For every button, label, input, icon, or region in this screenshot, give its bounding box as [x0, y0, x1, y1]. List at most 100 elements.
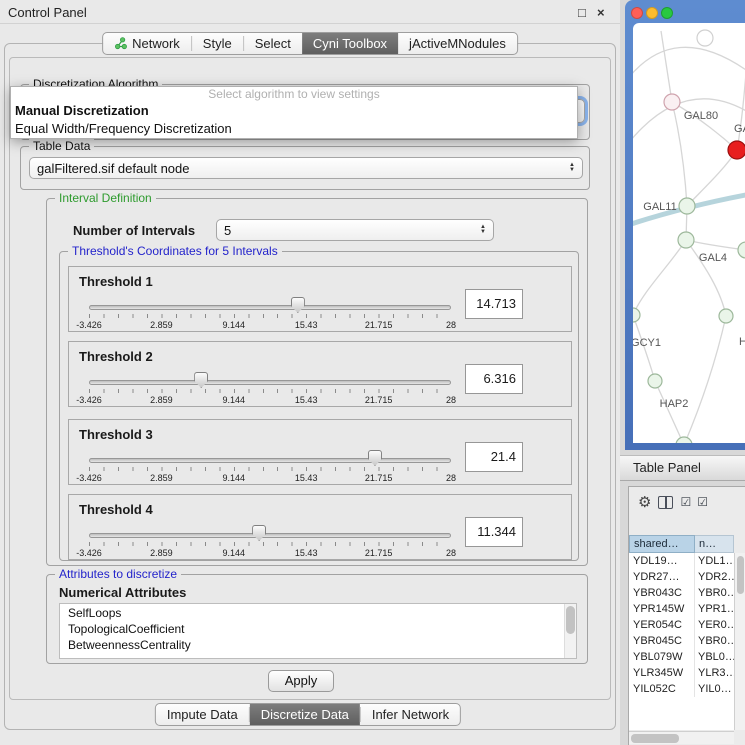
slider-scale: -3.4262.8599.14415.4321.71528: [89, 320, 451, 330]
network-node-gal80[interactable]: [664, 94, 680, 110]
tab-discretize-data[interactable]: Discretize Data: [250, 704, 360, 725]
attribute-list-item[interactable]: SelfLoops: [60, 604, 576, 620]
mac-zoom-icon[interactable]: [661, 7, 673, 19]
attribute-list-item[interactable]: BetweennessCentrality: [60, 636, 576, 652]
node-label-gal4: GAL4: [699, 252, 727, 264]
column-header-name[interactable]: n…: [695, 535, 734, 553]
table-row[interactable]: YBR045CYBR0…: [629, 633, 734, 649]
network-canvas[interactable]: GAL80 GA GAL11 GAL4 GCY1 H HAP2: [633, 23, 745, 443]
network-node[interactable]: [738, 242, 745, 258]
cell-name[interactable]: YBR0…: [695, 633, 734, 649]
network-node-selected-red[interactable]: [728, 141, 745, 159]
tab-style[interactable]: Style: [192, 33, 243, 54]
slider-thumb[interactable]: [252, 525, 266, 541]
cell-name[interactable]: YBL0…: [695, 649, 734, 665]
cell-name[interactable]: YPR1…: [695, 601, 734, 617]
scrollbar-thumb[interactable]: [566, 606, 575, 634]
network-node-gal4[interactable]: [678, 232, 694, 248]
cell-name[interactable]: YER0…: [695, 617, 734, 633]
cell-shared-name[interactable]: YBL079W: [629, 649, 695, 665]
dropdown-option-equal-width-frequency[interactable]: Equal Width/Frequency Discretization: [11, 120, 577, 138]
threshold-2-slider[interactable]: -3.4262.8599.14415.4321.71528: [89, 372, 451, 404]
cell-shared-name[interactable]: YDR27…: [629, 569, 695, 585]
network-node-gcy1[interactable]: [633, 308, 640, 322]
tab-impute-data[interactable]: Impute Data: [156, 704, 249, 725]
threshold-3-slider[interactable]: -3.4262.8599.14415.4321.71528: [89, 450, 451, 482]
cell-shared-name[interactable]: YPR145W: [629, 601, 695, 617]
table-row[interactable]: YIL052CYIL0…: [629, 681, 734, 697]
network-node[interactable]: [719, 309, 733, 323]
threshold-1-panel: Threshold 1 -3.4262.8599.14415.4321.7152…: [68, 266, 572, 332]
close-panel-icon[interactable]: ×: [597, 5, 605, 20]
table-columns-icon[interactable]: [658, 496, 673, 509]
cell-name[interactable]: YBR0…: [695, 585, 734, 601]
dropdown-option-manual-discretization[interactable]: Manual Discretization: [11, 102, 577, 120]
scrollbar-thumb[interactable]: [737, 556, 744, 594]
node-label-partial: H: [739, 336, 745, 348]
threshold-4-label: Threshold 4: [79, 502, 153, 517]
tab-select[interactable]: Select: [244, 33, 302, 54]
table-row[interactable]: YBR043CYBR0…: [629, 585, 734, 601]
slider-track[interactable]: [89, 380, 451, 385]
network-node[interactable]: [676, 437, 692, 443]
attribute-list-item[interactable]: TopologicalCoefficient: [60, 620, 576, 636]
threshold-3-panel: Threshold 3 -3.4262.8599.14415.4321.7152…: [68, 419, 572, 485]
mac-minimize-icon[interactable]: [646, 7, 658, 19]
slider-thumb[interactable]: [194, 372, 208, 388]
cell-shared-name[interactable]: YLR345W: [629, 665, 695, 681]
cell-name[interactable]: YLR3…: [695, 665, 734, 681]
number-of-intervals-combobox[interactable]: 5 ▲ ▼: [216, 219, 494, 241]
application-root: Control Panel □ × Network Style Select: [0, 0, 745, 745]
slider-scale-label: 15.43: [295, 473, 318, 483]
network-node-gal11[interactable]: [679, 198, 695, 214]
select-all-columns-icon[interactable]: ☑: [697, 496, 707, 508]
threshold-2-value-field[interactable]: 6.316: [465, 364, 523, 394]
apply-button[interactable]: Apply: [268, 670, 334, 692]
cell-shared-name[interactable]: YIL052C: [629, 681, 695, 697]
tab-jactivemnodules[interactable]: jActiveMNodules: [398, 33, 517, 54]
select-columns-icon[interactable]: ☑: [680, 496, 690, 508]
scrollbar-thumb[interactable]: [631, 734, 679, 743]
cell-name[interactable]: YDL1…: [695, 553, 734, 569]
mac-close-icon[interactable]: [631, 7, 643, 19]
threshold-1-slider[interactable]: -3.4262.8599.14415.4321.71528: [89, 297, 451, 329]
table-row[interactable]: YDL19…YDL1…: [629, 553, 734, 569]
cell-shared-name[interactable]: YBR045C: [629, 633, 695, 649]
network-node-hap2[interactable]: [648, 374, 662, 388]
threshold-4-value-field[interactable]: 11.344: [465, 517, 523, 547]
table-data-combobox[interactable]: galFiltered.sif default node ▲ ▼: [29, 157, 583, 179]
tab-network[interactable]: Network: [103, 33, 191, 54]
cell-shared-name[interactable]: YBR043C: [629, 585, 695, 601]
threshold-1-label: Threshold 1: [79, 274, 153, 289]
numerical-attributes-list[interactable]: SelfLoopsTopologicalCoefficientBetweenne…: [59, 603, 577, 659]
column-header-shared-name[interactable]: shared…: [629, 535, 695, 553]
table-row[interactable]: YER054CYER0…: [629, 617, 734, 633]
table-row[interactable]: YLR345WYLR3…: [629, 665, 734, 681]
cell-shared-name[interactable]: YDL19…: [629, 553, 695, 569]
tab-cyni-toolbox[interactable]: Cyni Toolbox: [302, 33, 398, 54]
slider-track[interactable]: [89, 458, 451, 463]
cell-name[interactable]: YDR2…: [695, 569, 734, 585]
cell-name[interactable]: YIL0…: [695, 681, 734, 697]
table-row[interactable]: YBL079WYBL0…: [629, 649, 734, 665]
slider-scale: -3.4262.8599.14415.4321.71528: [89, 473, 451, 483]
threshold-1-value-field[interactable]: 14.713: [465, 289, 523, 319]
slider-track[interactable]: [89, 305, 451, 310]
table-vertical-scrollbar[interactable]: [734, 553, 745, 730]
table-horizontal-scrollbar[interactable]: [629, 731, 734, 744]
threshold-3-value-field[interactable]: 21.4: [465, 442, 523, 472]
threshold-4-slider[interactable]: -3.4262.8599.14415.4321.71528: [89, 525, 451, 557]
table-row[interactable]: YDR27…YDR2…: [629, 569, 734, 585]
list-scrollbar[interactable]: [564, 604, 576, 658]
slider-scale-label: 2.859: [150, 320, 173, 330]
slider-track[interactable]: [89, 533, 451, 538]
slider-thumb[interactable]: [368, 450, 382, 466]
table-row[interactable]: YPR145WYPR1…: [629, 601, 734, 617]
network-node[interactable]: [697, 30, 713, 46]
tab-infer-network[interactable]: Infer Network: [361, 704, 460, 725]
slider-scale-label: 21.715: [365, 548, 393, 558]
gear-icon[interactable]: ⚙: [638, 495, 651, 510]
cell-shared-name[interactable]: YER054C: [629, 617, 695, 633]
slider-thumb[interactable]: [291, 297, 305, 313]
float-window-icon[interactable]: □: [578, 5, 586, 20]
